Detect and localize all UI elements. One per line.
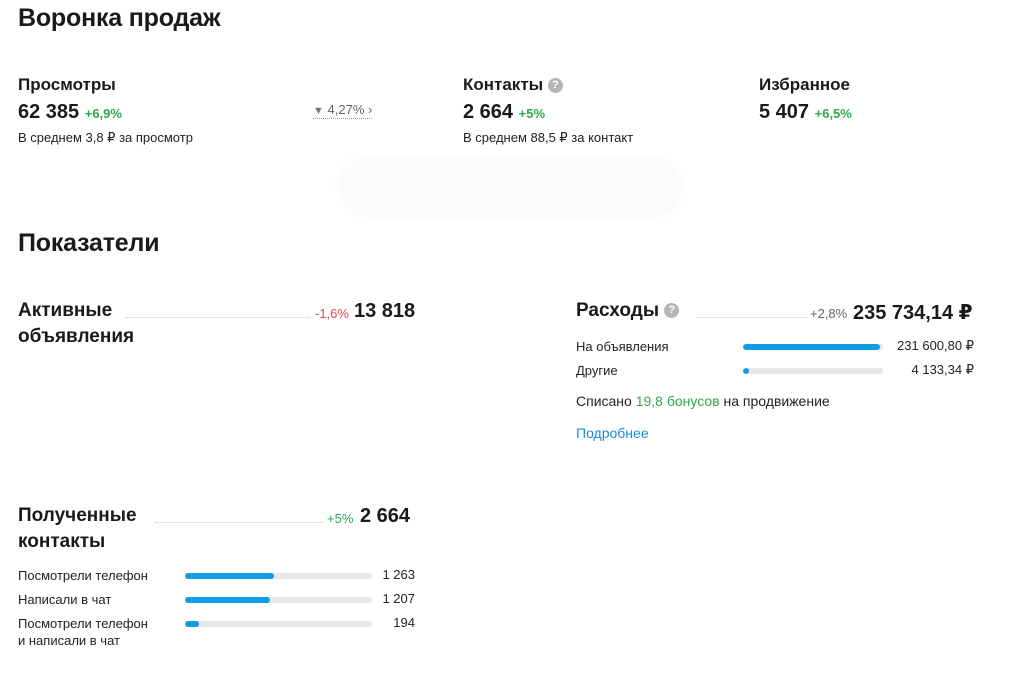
- progress-bar: [743, 368, 883, 374]
- progress-bar: [185, 621, 373, 627]
- contacts-row-label: Написали в чат: [18, 592, 112, 607]
- views-change: +6,9%: [84, 106, 122, 121]
- progress-fill: [185, 573, 275, 579]
- expenses-title: Расходы: [576, 300, 660, 321]
- indicators-title: Показатели: [18, 229, 160, 257]
- help-icon[interactable]: ?: [547, 78, 563, 94]
- views-value: 62 385: [18, 101, 80, 123]
- written-off-suffix: на продвижение: [723, 393, 830, 409]
- conversion-link[interactable]: ▼ 4,27% ›: [313, 102, 373, 119]
- contacts-label-row: Контакты ?: [463, 75, 563, 95]
- dotted-leader: [155, 522, 323, 523]
- ghost-panel: [340, 158, 680, 216]
- progress-bar: [185, 597, 373, 603]
- progress-bar: [743, 344, 883, 350]
- active-ads-change: -1,6%: [315, 306, 349, 321]
- contacts-row-label-line2: и написали в чат: [18, 633, 120, 648]
- expenses-value: 235 734,14 ₽: [853, 302, 973, 324]
- contacts-row-label: Посмотрели телефон: [18, 568, 148, 583]
- expenses-row-label: На объявления: [576, 339, 669, 354]
- contacts-average: В среднем 88,5 ₽ за контакт: [463, 130, 634, 145]
- progress-fill: [743, 344, 881, 350]
- views-value-row: 62 385 +6,9%: [18, 101, 122, 124]
- contacts-row-label: Посмотрели телефон и написали в чат: [18, 615, 148, 649]
- views-label: Просмотры: [18, 75, 116, 94]
- contacts-received-title-line2: контакты: [18, 531, 106, 552]
- written-off-bonus: 19,8 бонусов: [635, 393, 720, 409]
- contacts-value: 2 664: [463, 101, 514, 123]
- contacts-row-label-line1: Посмотрели телефон: [18, 616, 148, 631]
- contacts-change: +5%: [518, 106, 546, 121]
- active-ads-value: 13 818: [354, 300, 416, 322]
- favorites-change: +6,5%: [814, 106, 852, 121]
- conversion-value: 4,27%: [327, 102, 365, 117]
- written-off-text: Списано 19,8 бонусов на продвижение: [576, 393, 830, 410]
- written-off-prefix: Списано: [576, 393, 632, 409]
- more-link[interactable]: Подробнее: [576, 425, 649, 441]
- favorites-value: 5 407: [759, 101, 810, 123]
- dotted-leader: [125, 317, 310, 318]
- expenses-row-value: 231 600,80 ₽: [897, 338, 974, 353]
- expenses-row-label: Другие: [576, 363, 618, 378]
- contacts-received-title-line1: Полученные: [18, 505, 137, 526]
- expenses-title-row: Расходы ?: [576, 298, 680, 324]
- progress-fill: [185, 597, 271, 603]
- expenses-change: +2,8%: [810, 306, 848, 321]
- contacts-received-value: 2 664: [360, 505, 411, 527]
- contacts-received-change: +5%: [327, 511, 354, 526]
- help-icon[interactable]: ?: [664, 303, 680, 319]
- expenses-row-value: 4 133,34 ₽: [911, 362, 975, 377]
- filter-icon: ▼: [313, 105, 324, 117]
- active-ads-title-line2: объявления: [18, 326, 135, 347]
- active-ads-title: Активные объявления: [18, 298, 134, 350]
- contacts-row-value: 194: [393, 615, 415, 630]
- progress-fill: [185, 621, 199, 627]
- active-ads-title-line1: Активные: [18, 300, 113, 321]
- progress-fill: [743, 368, 749, 374]
- contacts-row-value: 1 207: [382, 591, 415, 606]
- progress-bar: [185, 573, 373, 579]
- contacts-row-value: 1 263: [382, 567, 415, 582]
- favorites-value-row: 5 407 +6,5%: [759, 101, 852, 124]
- contacts-label: Контакты: [463, 75, 544, 94]
- contacts-received-title: Полученные контакты: [18, 503, 137, 555]
- dotted-leader: [697, 317, 807, 318]
- contacts-value-row: 2 664 +5%: [463, 101, 545, 124]
- views-average: В среднем 3,8 ₽ за просмотр: [18, 130, 193, 145]
- funnel-title: Воронка продаж: [18, 4, 221, 32]
- favorites-label: Избранное: [759, 75, 850, 94]
- chevron-right-icon: ›: [368, 102, 373, 117]
